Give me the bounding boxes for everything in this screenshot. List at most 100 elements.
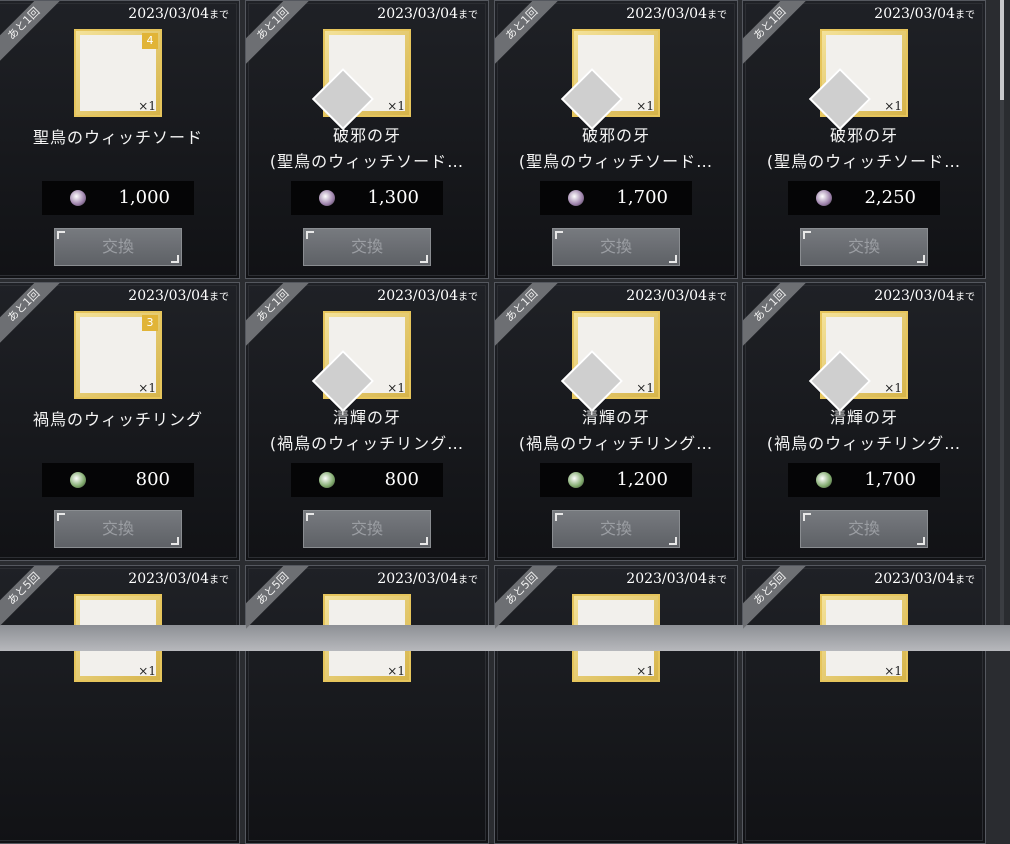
item-quantity: ×1 [138, 381, 156, 395]
item-thumbnail[interactable]: ×1 [560, 311, 660, 413]
price-box: 800 [42, 463, 194, 497]
exchange-item-grid: あと1回 2023/03/04まで 4 ×1 聖鳥のウィッチソード 1,000 交換 あと1回… [0, 0, 990, 844]
item-name-subtitle: (禍鳥のウィッチリング… [766, 434, 962, 453]
item-name: 清輝の牙 [332, 408, 401, 427]
exchange-item-card: あと1回 2023/03/04まで ×1 清輝の牙 (禍鳥のウィッチリング… 800 交換 [245, 282, 489, 561]
purple-gem-icon [568, 190, 584, 206]
item-quantity: ×1 [138, 664, 156, 678]
item-thumbnail[interactable]: ×1 [808, 29, 908, 131]
deadline-text: 2023/03/04まで [626, 6, 727, 22]
item-quantity: ×1 [387, 381, 405, 395]
item-name-subtitle: (禍鳥のウィッチリング… [518, 434, 714, 453]
remaining-count-badge: あと1回 [743, 1, 816, 70]
rank-badge-icon: 3 [142, 315, 158, 331]
exchange-item-card: あと1回 2023/03/04まで ×1 清輝の牙 (禍鳥のウィッチリング… 1,200 交… [494, 282, 738, 561]
exchange-item-card: あと5回 2023/03/04まで ×1 [494, 565, 738, 844]
item-name: 破邪の牙 [581, 126, 650, 145]
remaining-count-badge: あと5回 [0, 566, 70, 635]
remaining-count-badge: あと5回 [743, 566, 816, 635]
exchange-item-card: あと1回 2023/03/04まで 3 ×1 禍鳥のウィッチリング 800 交換 [0, 282, 240, 561]
item-name: 聖鳥のウィッチソード [32, 128, 203, 147]
item-name-subtitle: (聖鳥のウィッチソード… [518, 152, 714, 171]
item-name-subtitle: (聖鳥のウィッチソード… [766, 152, 962, 171]
price-value: 800 [135, 469, 170, 490]
rank-badge-icon: 4 [142, 33, 158, 49]
price-value: 1,700 [616, 187, 668, 208]
item-name-subtitle: (禍鳥のウィッチリング… [269, 434, 465, 453]
item-quantity: ×1 [138, 99, 156, 113]
price-box: 1,700 [540, 181, 692, 215]
item-quantity: ×1 [636, 381, 654, 395]
exchange-item-card: あと1回 2023/03/04まで ×1 破邪の牙 (聖鳥のウィッチソード… 1,300 交… [245, 0, 489, 279]
exchange-item-card: あと1回 2023/03/04まで ×1 清輝の牙 (禍鳥のウィッチリング… 1,700 交… [742, 282, 986, 561]
item-thumbnail[interactable]: ×1 [560, 29, 660, 131]
deadline-text: 2023/03/04まで [128, 571, 229, 587]
item-name: 清輝の牙 [829, 408, 898, 427]
price-box: 800 [291, 463, 443, 497]
item-name: 禍鳥のウィッチリング [32, 410, 203, 429]
item-name: 破邪の牙 [829, 126, 898, 145]
purple-gem-icon [70, 190, 86, 206]
price-box: 1,000 [42, 181, 194, 215]
purple-gem-icon [816, 190, 832, 206]
green-gem-icon [568, 472, 584, 488]
item-thumbnail[interactable]: ×1 [808, 311, 908, 413]
green-gem-icon [816, 472, 832, 488]
item-quantity: ×1 [636, 99, 654, 113]
remaining-count-badge: あと1回 [495, 283, 568, 352]
remaining-count-badge: あと1回 [0, 1, 70, 70]
deadline-text: 2023/03/04まで [128, 6, 229, 22]
item-thumbnail[interactable]: ×1 [311, 311, 411, 413]
exchange-button[interactable]: 交換 [800, 510, 928, 548]
deadline-text: 2023/03/04まで [377, 6, 478, 22]
item-name: 破邪の牙 [332, 126, 401, 145]
exchange-item-card: あと1回 2023/03/04まで 4 ×1 聖鳥のウィッチソード 1,000 交換 [0, 0, 240, 279]
item-name: 清輝の牙 [581, 408, 650, 427]
remaining-count-badge: あと5回 [495, 566, 568, 635]
exchange-button[interactable]: 交換 [552, 510, 680, 548]
item-thumbnail[interactable]: ×1 [311, 29, 411, 131]
exchange-button[interactable]: 交換 [800, 228, 928, 266]
exchange-item-card: あと5回 2023/03/04まで ×1 [742, 565, 986, 844]
remaining-count-badge: あと1回 [0, 283, 70, 352]
item-quantity: ×1 [884, 381, 902, 395]
exchange-button[interactable]: 交換 [54, 510, 182, 548]
remaining-count-badge: あと1回 [743, 283, 816, 352]
item-quantity: ×1 [387, 664, 405, 678]
price-box: 1,200 [540, 463, 692, 497]
exchange-button[interactable]: 交換 [303, 228, 431, 266]
green-gem-icon [319, 472, 335, 488]
price-box: 1,700 [788, 463, 940, 497]
price-value: 800 [384, 469, 419, 490]
green-gem-icon [70, 472, 86, 488]
exchange-button[interactable]: 交換 [303, 510, 431, 548]
item-quantity: ×1 [884, 99, 902, 113]
exchange-item-card: あと1回 2023/03/04まで ×1 破邪の牙 (聖鳥のウィッチソード… 2,250 交… [742, 0, 986, 279]
deadline-text: 2023/03/04まで [874, 571, 975, 587]
remaining-count-badge: あと1回 [246, 1, 319, 70]
deadline-text: 2023/03/04まで [377, 288, 478, 304]
exchange-item-card: あと1回 2023/03/04まで ×1 破邪の牙 (聖鳥のウィッチソード… 1,700 交… [494, 0, 738, 279]
remaining-count-badge: あと1回 [495, 1, 568, 70]
item-thumbnail[interactable]: 4 ×1 [74, 29, 162, 117]
remaining-count-badge: あと5回 [246, 566, 319, 635]
item-quantity: ×1 [636, 664, 654, 678]
item-thumbnail[interactable]: 3 ×1 [74, 311, 162, 399]
exchange-item-card: あと5回 2023/03/04まで ×1 [0, 565, 240, 844]
exchange-button[interactable]: 交換 [54, 228, 182, 266]
price-value: 1,000 [118, 187, 170, 208]
price-value: 2,250 [864, 187, 916, 208]
exchange-button[interactable]: 交換 [552, 228, 680, 266]
price-value: 1,700 [864, 469, 916, 490]
deadline-text: 2023/03/04まで [626, 571, 727, 587]
bottom-panel [0, 625, 1010, 651]
deadline-text: 2023/03/04まで [874, 6, 975, 22]
remaining-count-badge: あと1回 [246, 283, 319, 352]
purple-gem-icon [319, 190, 335, 206]
exchange-item-card: あと5回 2023/03/04まで ×1 [245, 565, 489, 844]
deadline-text: 2023/03/04まで [874, 288, 975, 304]
deadline-text: 2023/03/04まで [626, 288, 727, 304]
price-value: 1,200 [616, 469, 668, 490]
scrollbar-thumb[interactable] [1000, 0, 1004, 100]
item-name-subtitle: (聖鳥のウィッチソード… [269, 152, 465, 171]
